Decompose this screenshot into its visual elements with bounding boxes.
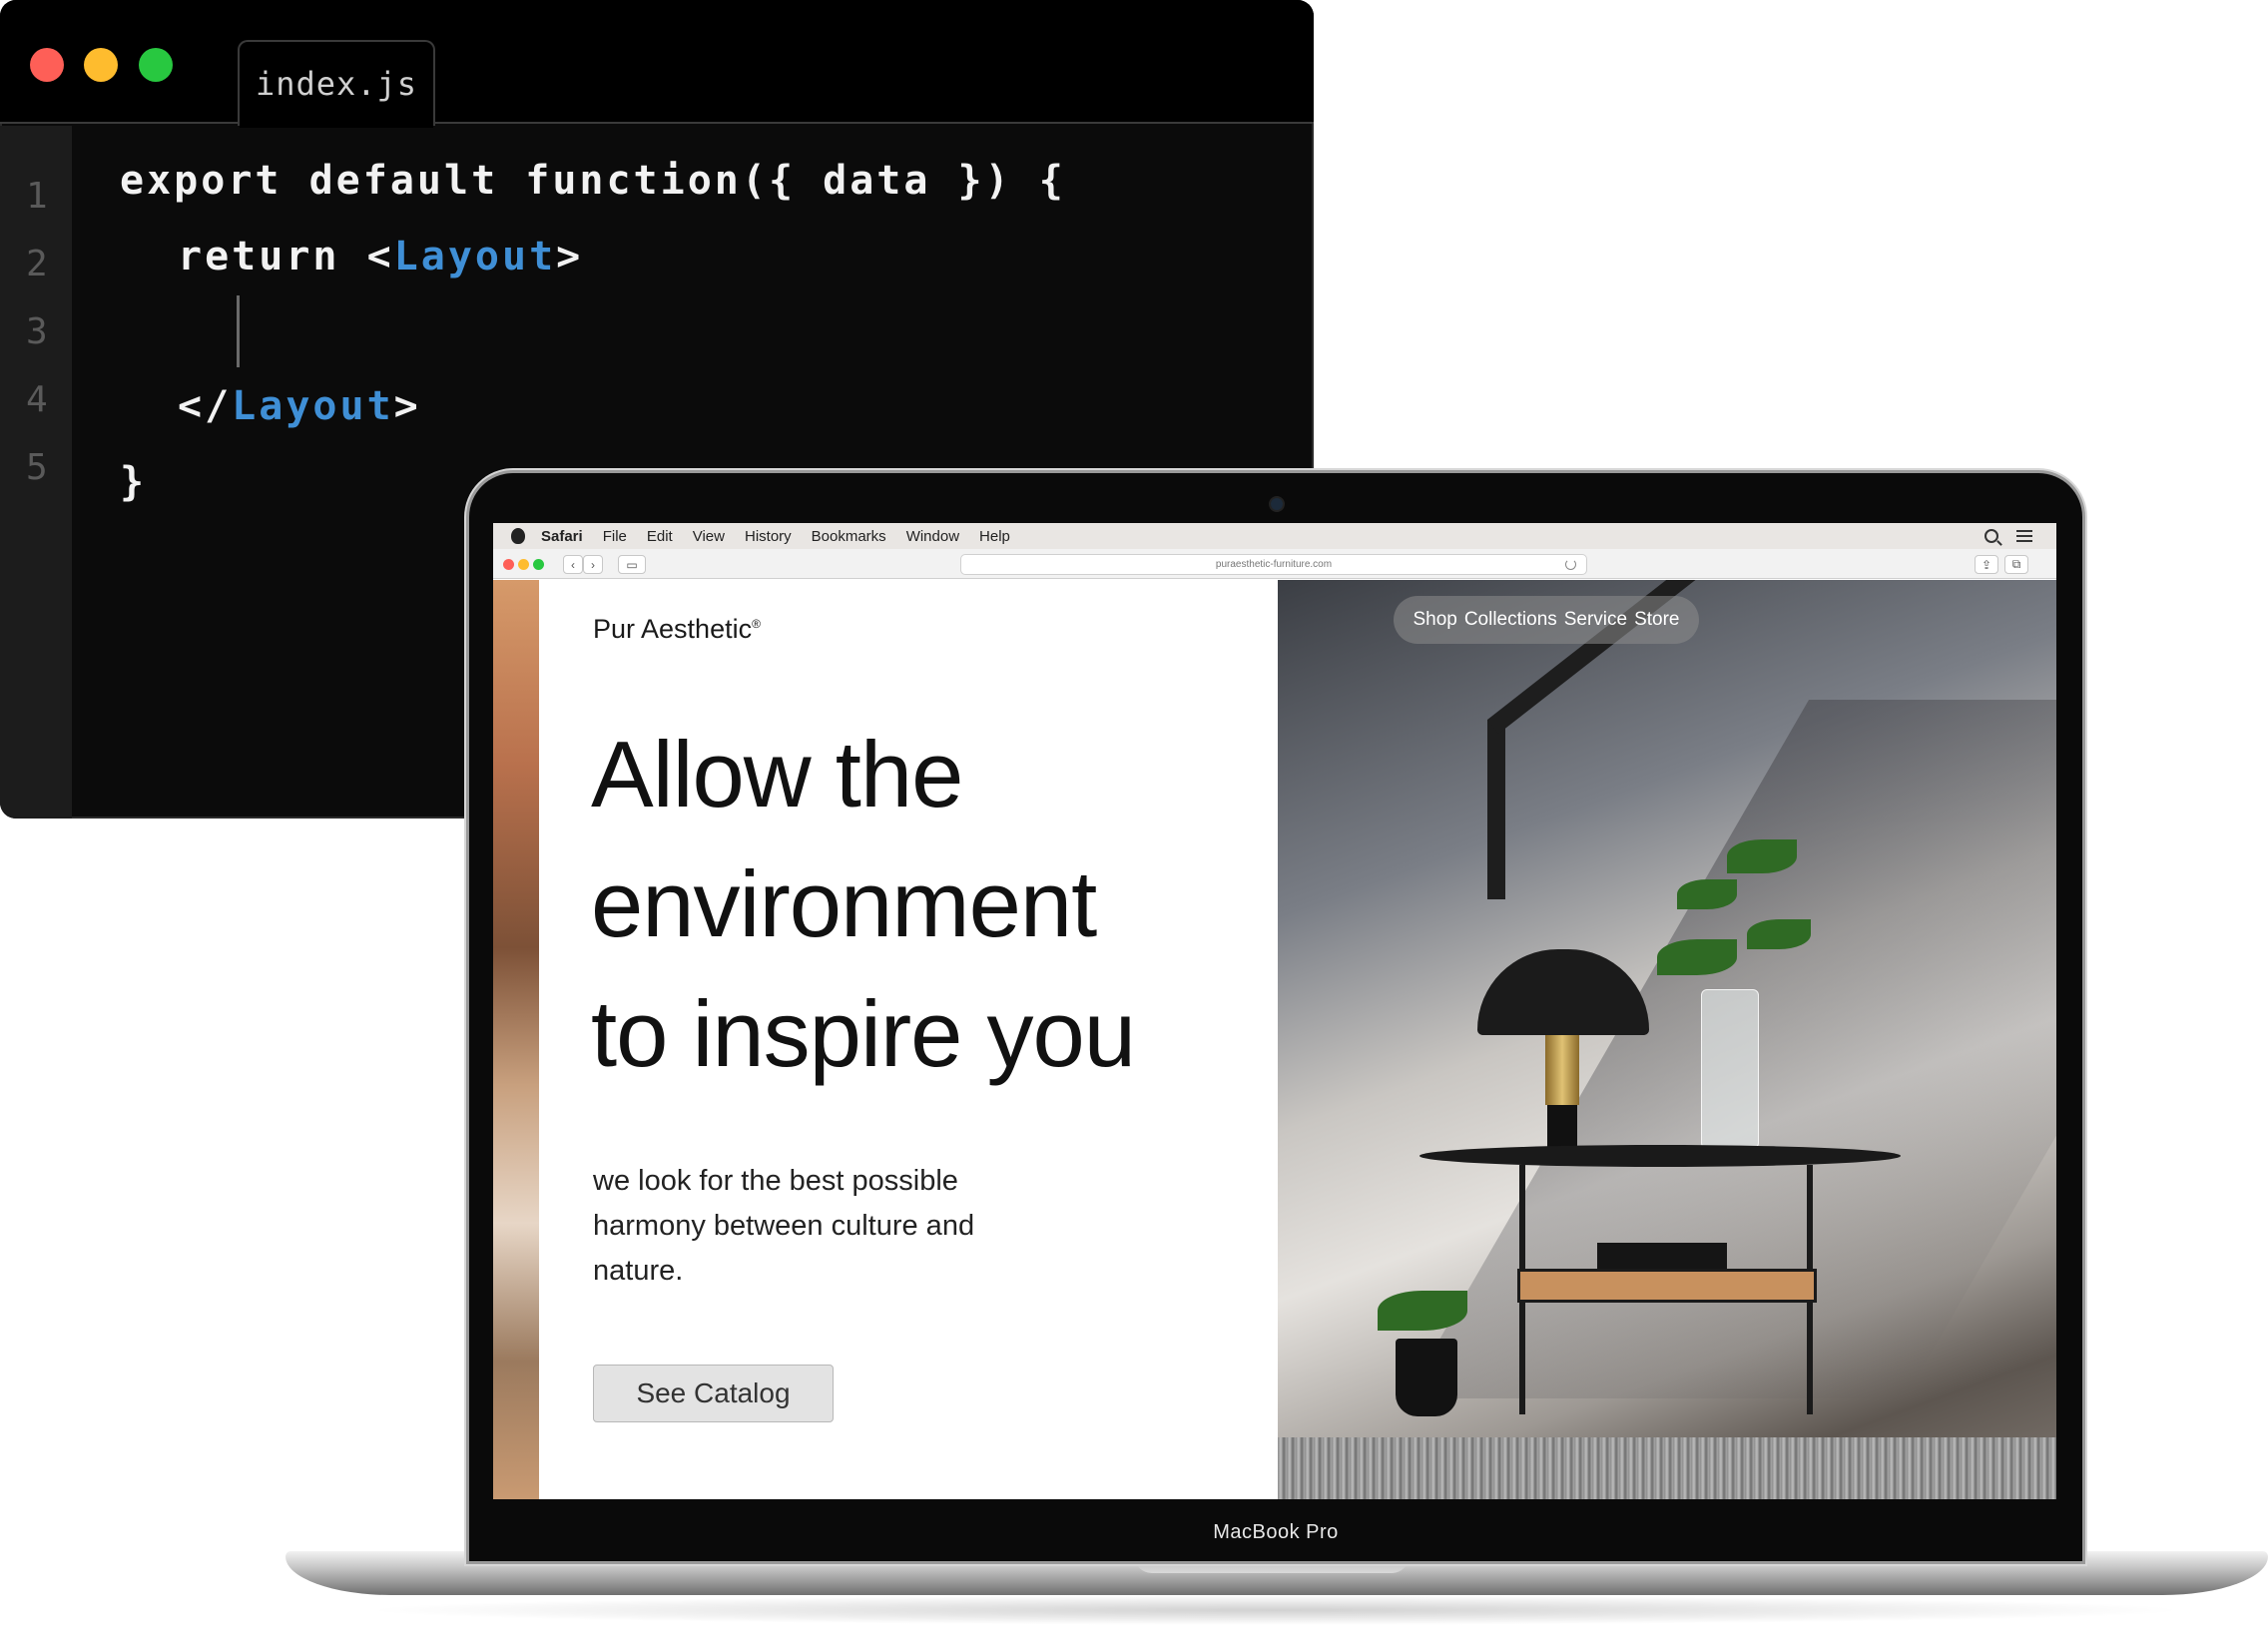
safari-minimize-button[interactable] [518, 559, 529, 570]
control-center-icon[interactable] [2016, 530, 2032, 542]
hero-tagline: we look for the best possible harmony be… [593, 1159, 1052, 1294]
laptop-display: Safari File Edit View History Bookmarks … [469, 473, 2082, 1561]
macos-menubar: Safari File Edit View History Bookmarks … [493, 523, 2056, 549]
nav-shop[interactable]: Shop [1413, 609, 1456, 631]
fern-leaf [1378, 1291, 1467, 1331]
safari-toolbar: ‹ › ▭ puraesthetic-furniture.com ⇪ ⧉ [493, 549, 2056, 579]
menu-app-name[interactable]: Safari [541, 528, 583, 545]
code-line-4[interactable]: </Layout> [178, 383, 421, 429]
brand-name: Pur Aesthetic [593, 614, 753, 644]
plant-pot [1396, 1339, 1457, 1416]
plant-leaf [1747, 919, 1811, 949]
menu-help[interactable]: Help [979, 528, 1010, 545]
laptop-screen: Safari File Edit View History Bookmarks … [493, 523, 2056, 1499]
code-line-5[interactable]: } [120, 459, 147, 505]
see-catalog-button[interactable]: See Catalog [593, 1365, 834, 1422]
tab-label: index.js [255, 65, 418, 103]
indent-guide [237, 295, 240, 367]
lamp-stem [1545, 1035, 1579, 1105]
code-line-1[interactable]: export default function({ data }) { [120, 158, 1066, 204]
menubar-status-area [1984, 529, 2032, 543]
books [1597, 1243, 1727, 1271]
zoom-window-button[interactable] [139, 48, 173, 82]
safari-zoom-button[interactable] [533, 559, 544, 570]
back-arrow-icon[interactable]: ‹ [563, 555, 583, 574]
camera-icon [1271, 498, 1283, 510]
lamp-shade [1477, 949, 1649, 1035]
headline-line: environment [591, 851, 1097, 956]
hero-furniture-photo: Shop Collections Service Store [1278, 580, 2056, 1499]
code-jsx-tag: Layout [232, 383, 394, 429]
website: Pur Aesthetic® Allow the environment to … [493, 580, 2056, 1499]
device-model-label: MacBook Pro [1213, 1521, 1339, 1543]
url-text: puraesthetic-furniture.com [1215, 559, 1333, 570]
line-number: 3 [26, 311, 48, 352]
background-landscape-image [493, 580, 539, 1499]
code-bracket: > [393, 383, 421, 429]
code-bracket: > [556, 234, 584, 279]
forward-arrow-icon[interactable]: › [583, 555, 603, 574]
tagline-line: harmony between culture and [593, 1210, 975, 1242]
plant-leaf [1727, 839, 1797, 873]
tagline-line: we look for the best possible [593, 1165, 958, 1197]
address-bar[interactable]: puraesthetic-furniture.com [960, 554, 1587, 575]
hero-text-panel: Pur Aesthetic® Allow the environment to … [539, 580, 1278, 1499]
reload-icon[interactable] [1565, 559, 1576, 570]
nav-service[interactable]: Service [1564, 609, 1627, 631]
nav-collections[interactable]: Collections [1464, 609, 1557, 631]
glass-vase [1701, 989, 1759, 1149]
menu-window[interactable]: Window [906, 528, 959, 545]
code-line-2[interactable]: return <Layout> [178, 234, 583, 279]
code-jsx-tag: Layout [393, 234, 557, 279]
code-keyword: return < [178, 234, 394, 279]
plant-leaf [1677, 879, 1737, 909]
laptop-shadow [359, 1595, 2192, 1625]
line-number: 1 [26, 176, 48, 217]
site-navigation: Shop Collections Service Store [1394, 596, 1699, 644]
table-shelf [1517, 1269, 1817, 1303]
sidebar-toggle-icon[interactable]: ▭ [618, 555, 646, 574]
side-table-top [1419, 1145, 1901, 1167]
headline-line: Allow the [591, 722, 963, 826]
line-number: 5 [26, 447, 48, 488]
menu-history[interactable]: History [745, 528, 792, 545]
menu-edit[interactable]: Edit [647, 528, 673, 545]
editor-titlebar: index.js [0, 0, 1314, 128]
line-number: 4 [26, 379, 48, 420]
hero-headline: Allow the environment to inspire you [591, 710, 1270, 1099]
tab-index-js[interactable]: index.js [238, 40, 435, 128]
minimize-window-button[interactable] [84, 48, 118, 82]
tabs-overview-icon[interactable]: ⧉ [2004, 555, 2028, 574]
stair-railing [1487, 720, 1505, 899]
registered-mark: ® [752, 617, 761, 631]
brand-logo[interactable]: Pur Aesthetic® [593, 614, 761, 645]
line-number: 2 [26, 244, 48, 284]
code-bracket: </ [178, 383, 233, 429]
nav-store[interactable]: Store [1634, 609, 1679, 631]
menu-bookmarks[interactable]: Bookmarks [812, 528, 886, 545]
menu-file[interactable]: File [603, 528, 627, 545]
menu-view[interactable]: View [693, 528, 725, 545]
apple-logo-icon[interactable] [511, 528, 525, 544]
rug [1278, 1437, 2056, 1499]
safari-close-button[interactable] [503, 559, 514, 570]
share-icon[interactable]: ⇪ [1975, 555, 1998, 574]
plant-leaf [1657, 939, 1737, 975]
tagline-line: nature. [593, 1255, 684, 1287]
close-window-button[interactable] [30, 48, 64, 82]
headline-line: to inspire you [591, 981, 1136, 1086]
spotlight-search-icon[interactable] [1984, 529, 1998, 543]
